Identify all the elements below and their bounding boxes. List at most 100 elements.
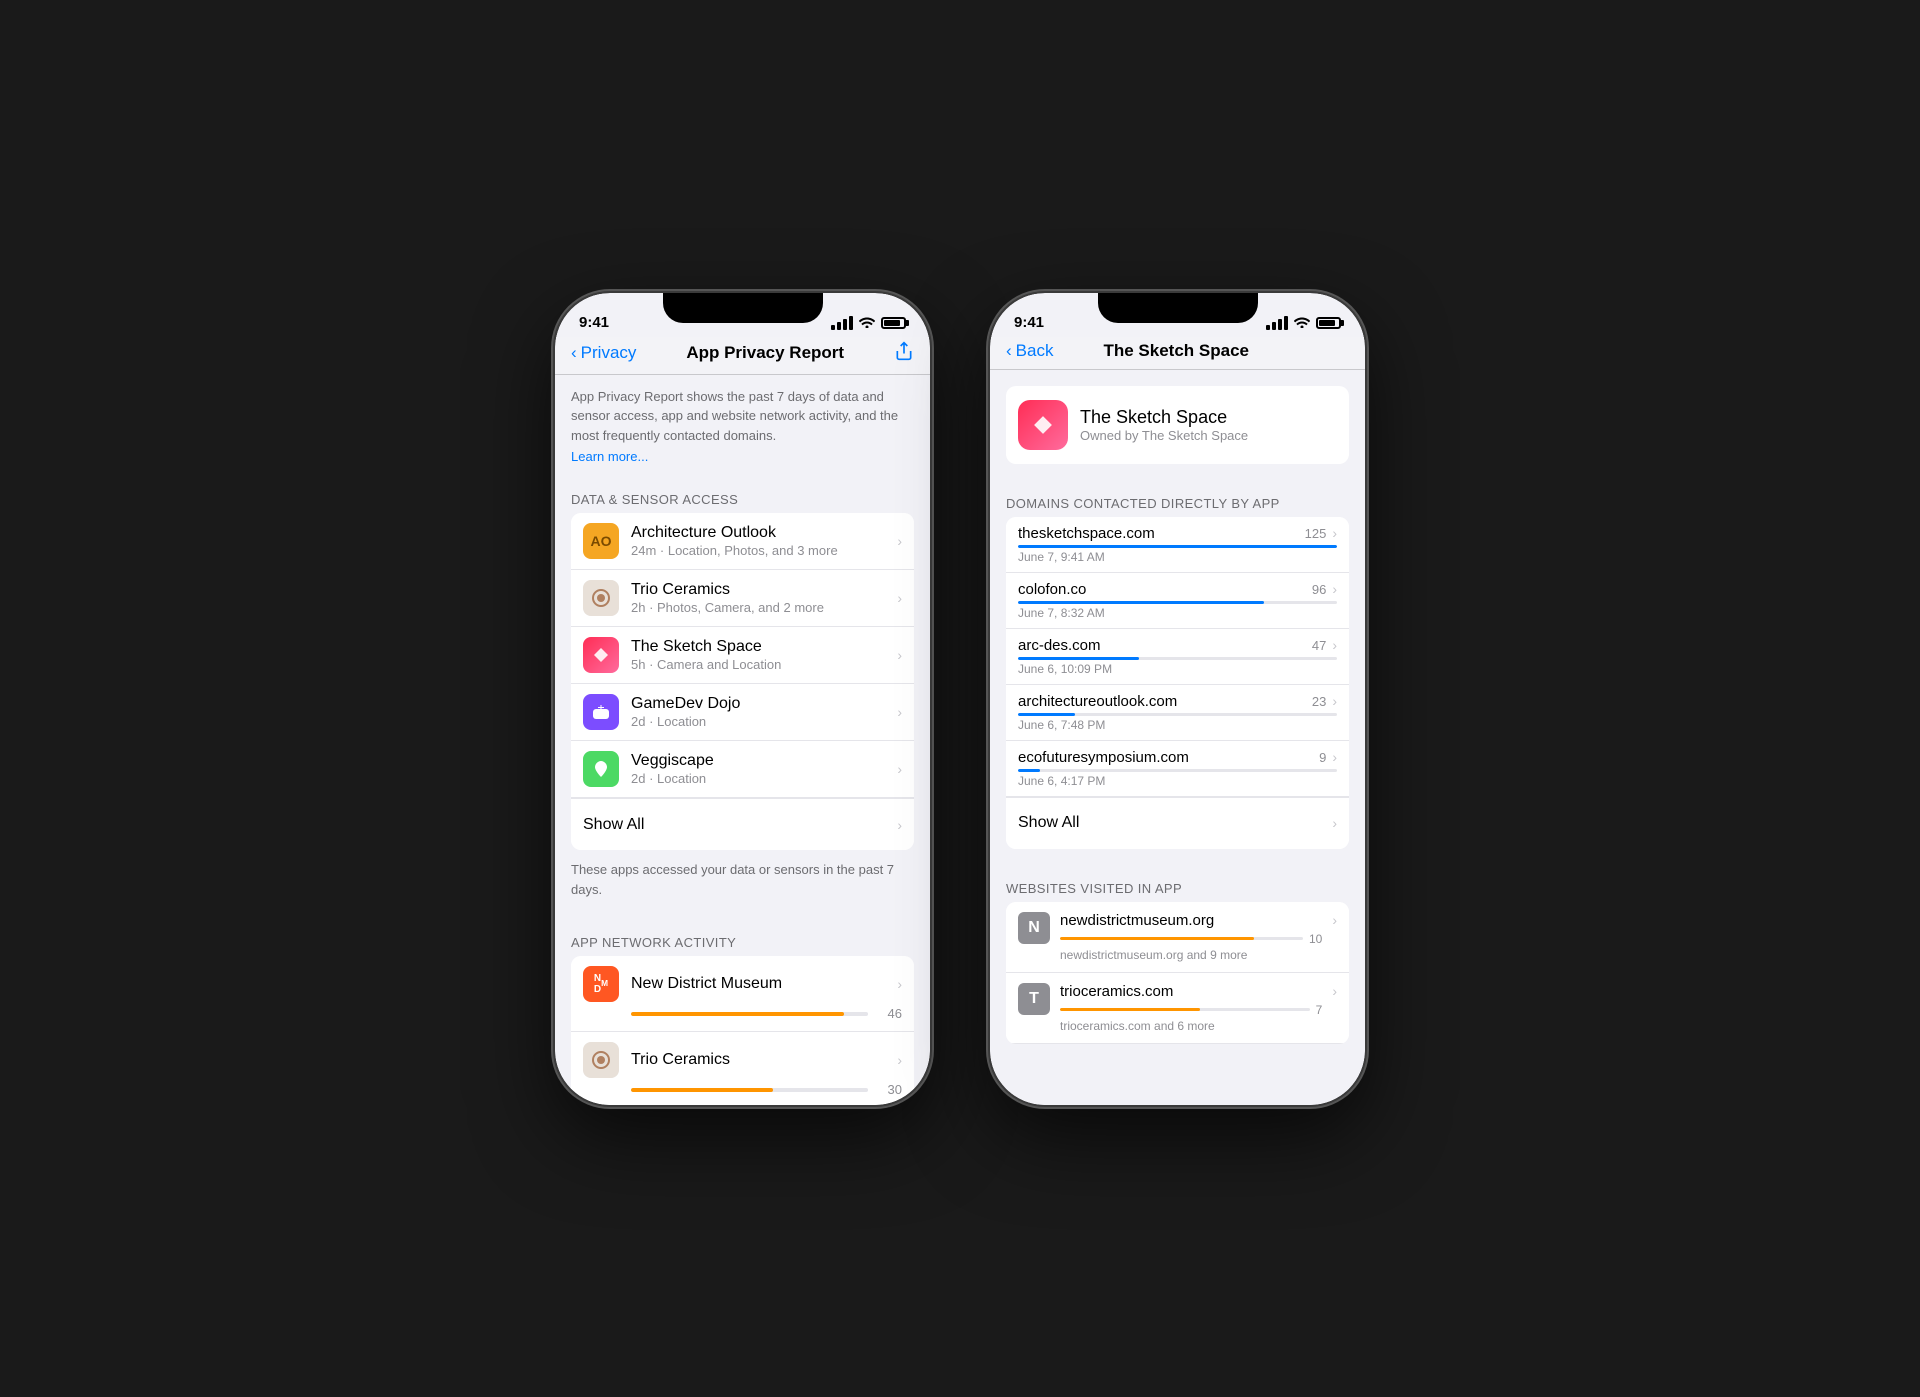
signal-icon — [1266, 316, 1288, 330]
learn-more-link[interactable]: Learn more... — [555, 449, 930, 476]
status-icons — [1266, 316, 1341, 333]
data-sensor-header: DATA & SENSOR ACCESS — [555, 476, 930, 513]
app-detail: 2h · Photos, Camera, and 2 more — [631, 600, 897, 615]
app-detail: 5h · Camera and Location — [631, 657, 897, 672]
domain-name: architectureoutlook.com — [1018, 693, 1312, 710]
chevron-icon: › — [897, 817, 902, 833]
domain-count: 96 — [1312, 582, 1326, 597]
domain-name: arc-des.com — [1018, 637, 1312, 654]
websites-section-header: WEBSITES VISITED IN APP — [990, 865, 1365, 902]
nav-title: App Privacy Report — [686, 343, 844, 363]
chevron-icon: › — [897, 533, 902, 549]
app-icon-trio — [583, 1042, 619, 1078]
back-chevron-icon: ‹ — [571, 343, 577, 363]
domains-list: thesketchspace.com 125 › June 7, 9:41 AM… — [1006, 517, 1349, 849]
network-item-ndm[interactable]: NDM New District Museum › 46 — [571, 956, 914, 1032]
phone-2: 9:41 ‹ Back Th — [990, 293, 1365, 1105]
site-name: trioceramics.com — [1060, 983, 1322, 1000]
wifi-icon — [1294, 316, 1310, 331]
app-icon-ao: AO — [583, 523, 619, 559]
app-name: New District Museum — [631, 975, 897, 993]
domain-item[interactable]: ecofuturesymposium.com 9 › June 6, 4:17 … — [1006, 741, 1349, 797]
app-name: Architecture Outlook — [631, 524, 897, 542]
app-header-icon — [1018, 400, 1068, 450]
nav-title: The Sketch Space — [1103, 341, 1249, 361]
nav-bar: ‹ Privacy App Privacy Report — [555, 337, 930, 375]
domain-item[interactable]: architectureoutlook.com 23 › June 6, 7:4… — [1006, 685, 1349, 741]
data-sensor-list: AO Architecture Outlook 24m · Location, … — [571, 513, 914, 850]
app-header-card: The Sketch Space Owned by The Sketch Spa… — [1006, 386, 1349, 464]
share-button[interactable] — [894, 341, 914, 366]
list-item[interactable]: The Sketch Space 5h · Camera and Locatio… — [571, 627, 914, 684]
list-item[interactable]: GameDev Dojo 2d · Location › — [571, 684, 914, 741]
chevron-icon: › — [1332, 749, 1337, 765]
chevron-icon: › — [897, 976, 902, 992]
chevron-icon: › — [897, 590, 902, 606]
notch — [663, 293, 823, 323]
domain-item[interactable]: colofon.co 96 › June 7, 8:32 AM — [1006, 573, 1349, 629]
signal-icon — [831, 316, 853, 330]
chevron-icon: › — [897, 704, 902, 720]
website-item[interactable]: T trioceramics.com 7 trioceramics.com an… — [1006, 973, 1349, 1044]
nav-back-label: Back — [1016, 341, 1054, 361]
websites-list: N newdistrictmuseum.org 10 newdistrictmu… — [1006, 902, 1349, 1044]
description-text: App Privacy Report shows the past 7 days… — [555, 375, 930, 450]
chevron-icon: › — [897, 761, 902, 777]
domain-item[interactable]: thesketchspace.com 125 › June 7, 9:41 AM — [1006, 517, 1349, 573]
chevron-icon: › — [1332, 525, 1337, 541]
domain-date: June 6, 4:17 PM — [1018, 774, 1337, 788]
site-count: 10 — [1309, 932, 1322, 946]
app-header-name: The Sketch Space — [1080, 407, 1248, 428]
status-time: 9:41 — [579, 314, 609, 333]
domain-count: 125 — [1305, 526, 1327, 541]
site-icon-t: T — [1018, 983, 1050, 1015]
site-icon-n: N — [1018, 912, 1050, 944]
app-icon-veggie — [583, 751, 619, 787]
chevron-icon: › — [897, 1052, 902, 1068]
network-item-trio[interactable]: Trio Ceramics › 30 — [571, 1032, 914, 1105]
bar-count: 30 — [874, 1082, 902, 1097]
network-section-header: APP NETWORK ACTIVITY — [555, 919, 930, 956]
notch — [1098, 293, 1258, 323]
app-name: The Sketch Space — [631, 638, 897, 656]
site-sub: newdistrictmuseum.org and 9 more — [1060, 948, 1322, 962]
app-icon-ndm: NDM — [583, 966, 619, 1002]
battery-icon — [881, 317, 906, 329]
bar-count: 46 — [874, 1006, 902, 1021]
chevron-icon: › — [1332, 912, 1337, 928]
chevron-icon: › — [1332, 983, 1337, 999]
list-item[interactable]: AO Architecture Outlook 24m · Location, … — [571, 513, 914, 570]
domain-date: June 6, 10:09 PM — [1018, 662, 1337, 676]
domain-date: June 7, 9:41 AM — [1018, 550, 1337, 564]
domains-section-header: DOMAINS CONTACTED DIRECTLY BY APP — [990, 480, 1365, 517]
status-time: 9:41 — [1014, 314, 1044, 333]
list-item[interactable]: Veggiscape 2d · Location › — [571, 741, 914, 798]
app-detail: 2d · Location — [631, 714, 897, 729]
domain-item[interactable]: arc-des.com 47 › June 6, 10:09 PM — [1006, 629, 1349, 685]
site-count: 7 — [1316, 1003, 1323, 1017]
show-all-label: Show All — [1018, 814, 1079, 832]
content-scroll[interactable]: The Sketch Space Owned by The Sketch Spa… — [990, 370, 1365, 1105]
content-scroll[interactable]: App Privacy Report shows the past 7 days… — [555, 375, 930, 1105]
app-detail: 2d · Location — [631, 771, 897, 786]
show-all-domains-button[interactable]: Show All › — [1006, 797, 1349, 849]
nav-back-button[interactable]: ‹ Back — [1006, 341, 1053, 361]
app-detail: 24m · Location, Photos, and 3 more — [631, 543, 897, 558]
app-icon-sketch — [583, 637, 619, 673]
back-chevron-icon: ‹ — [1006, 341, 1012, 361]
list-item[interactable]: Trio Ceramics 2h · Photos, Camera, and 2… — [571, 570, 914, 627]
site-name: newdistrictmuseum.org — [1060, 912, 1322, 929]
site-sub: trioceramics.com and 6 more — [1060, 1019, 1322, 1033]
wifi-icon — [859, 316, 875, 331]
chevron-icon: › — [1332, 815, 1337, 831]
chevron-icon: › — [1332, 581, 1337, 597]
app-name: GameDev Dojo — [631, 695, 897, 713]
status-icons — [831, 316, 906, 333]
show-all-button[interactable]: Show All › — [571, 798, 914, 850]
website-item[interactable]: N newdistrictmuseum.org 10 newdistrictmu… — [1006, 902, 1349, 973]
domain-name: ecofuturesymposium.com — [1018, 749, 1319, 766]
nav-back-button[interactable]: ‹ Privacy — [571, 343, 636, 363]
app-icon-gamedev — [583, 694, 619, 730]
chevron-icon: › — [897, 647, 902, 663]
chevron-icon: › — [1332, 693, 1337, 709]
